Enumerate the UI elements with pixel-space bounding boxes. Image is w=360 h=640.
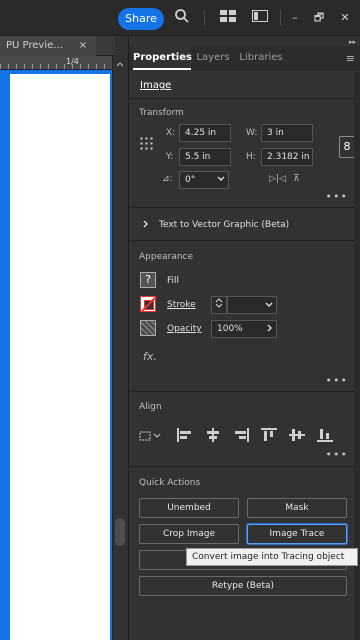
constrain-proportions-icon[interactable]: 8	[339, 136, 355, 158]
panel-menu-icon[interactable]: ≡	[346, 52, 355, 65]
image-trace-tooltip: Convert image into Tracing object	[186, 548, 358, 566]
section-divider	[129, 466, 360, 467]
search-icon[interactable]	[172, 8, 192, 28]
width-field[interactable]: 3 in	[261, 124, 313, 142]
horizontal-ruler[interactable]: 1/4	[0, 56, 115, 70]
more-options-icon[interactable]: •••	[326, 374, 348, 387]
fill-label: Fill	[167, 276, 180, 286]
x-position-field[interactable]: 4.25 in	[179, 124, 231, 142]
align-right-icon[interactable]	[233, 428, 249, 442]
minimize-window-icon[interactable]: –	[286, 9, 304, 27]
artboard-canvas[interactable]	[10, 74, 110, 640]
flip-horizontal-icon[interactable]: ▷|◁	[269, 174, 286, 184]
align-vertical-center-icon[interactable]	[289, 428, 305, 442]
chevron-down-icon[interactable]	[265, 301, 273, 311]
chevron-down-icon[interactable]	[217, 175, 225, 185]
stroke-weight-stepper[interactable]	[211, 296, 227, 314]
chevron-up-icon[interactable]	[113, 60, 127, 69]
selected-image-frame[interactable]	[0, 70, 115, 640]
section-divider	[129, 240, 360, 241]
x-label: X:	[166, 128, 176, 138]
unembed-button[interactable]: Unembed	[139, 498, 239, 518]
ruler-ticks	[0, 64, 115, 69]
align-left-icon[interactable]	[177, 428, 193, 442]
panel-tabs: Properties Layers Libraries ≡	[129, 46, 360, 70]
mask-button[interactable]: Mask	[247, 498, 347, 518]
workspace-icon[interactable]	[250, 8, 270, 28]
tab-libraries[interactable]: Libraries	[237, 46, 285, 70]
quick-actions-section-title: Quick Actions	[139, 478, 201, 488]
image-trace-button[interactable]: Image Trace	[247, 524, 347, 544]
section-divider	[129, 98, 360, 99]
more-options-icon[interactable]: •••	[326, 448, 348, 461]
close-window-icon[interactable]: ✕	[336, 9, 354, 27]
height-field[interactable]: 2.3182 in	[261, 148, 313, 166]
more-options-icon[interactable]: •••	[326, 190, 348, 203]
document-tab-bar: PU Previe... ×	[0, 36, 115, 56]
arrange-documents-icon[interactable]	[218, 8, 238, 28]
rotate-label: ⊿:	[162, 174, 173, 184]
close-tab-icon[interactable]: ×	[76, 36, 90, 56]
toolbar-separator	[204, 10, 205, 26]
text-to-vector-section[interactable]: Text to Vector Graphic (Beta)	[159, 220, 289, 230]
align-to-selection-icon[interactable]	[139, 428, 161, 442]
appearance-section-title: Appearance	[139, 252, 194, 262]
tab-layers[interactable]: Layers	[193, 46, 233, 70]
document-tab-title: PU Previe...	[6, 40, 63, 51]
chevron-right-icon[interactable]	[267, 324, 273, 335]
chevron-right-icon[interactable]	[143, 220, 149, 231]
crop-image-button[interactable]: Crop Image	[139, 524, 239, 544]
tab-properties[interactable]: Properties	[133, 46, 192, 70]
w-label: W:	[246, 128, 258, 138]
section-divider	[129, 391, 360, 392]
scrollbar-thumb[interactable]	[115, 518, 125, 546]
toolbar-separator	[280, 10, 281, 26]
opacity-icon	[140, 320, 156, 336]
document-scrollbar[interactable]	[112, 56, 126, 640]
effects-fx-icon[interactable]: fx.	[143, 350, 157, 363]
section-divider	[129, 207, 360, 208]
align-horizontal-center-icon[interactable]	[205, 428, 221, 442]
align-section-title: Align	[139, 402, 162, 412]
fill-swatch[interactable]: ?	[140, 272, 156, 288]
stroke-label[interactable]: Stroke	[167, 300, 196, 310]
h-label: H:	[246, 152, 256, 162]
stroke-swatch[interactable]	[140, 296, 156, 312]
reference-point-icon[interactable]	[139, 136, 153, 150]
align-bottom-icon[interactable]	[317, 428, 333, 442]
y-position-field[interactable]: 5.5 in	[179, 148, 231, 166]
restore-window-icon[interactable]: 🗗	[310, 9, 328, 27]
transform-section-title: Transform	[139, 108, 184, 118]
y-label: Y:	[166, 152, 174, 162]
opacity-label[interactable]: Opacity	[167, 324, 202, 334]
retype-beta-button[interactable]: Retype (Beta)	[139, 576, 347, 596]
align-top-icon[interactable]	[261, 428, 277, 442]
flip-vertical-icon[interactable]: ⊼	[293, 174, 300, 184]
collapse-panel-icon[interactable]: ▸▸	[349, 38, 356, 46]
application-bar: Share – 🗗 ✕	[0, 0, 360, 36]
selection-type-label: Image	[140, 80, 172, 91]
share-button[interactable]: Share	[118, 8, 164, 30]
